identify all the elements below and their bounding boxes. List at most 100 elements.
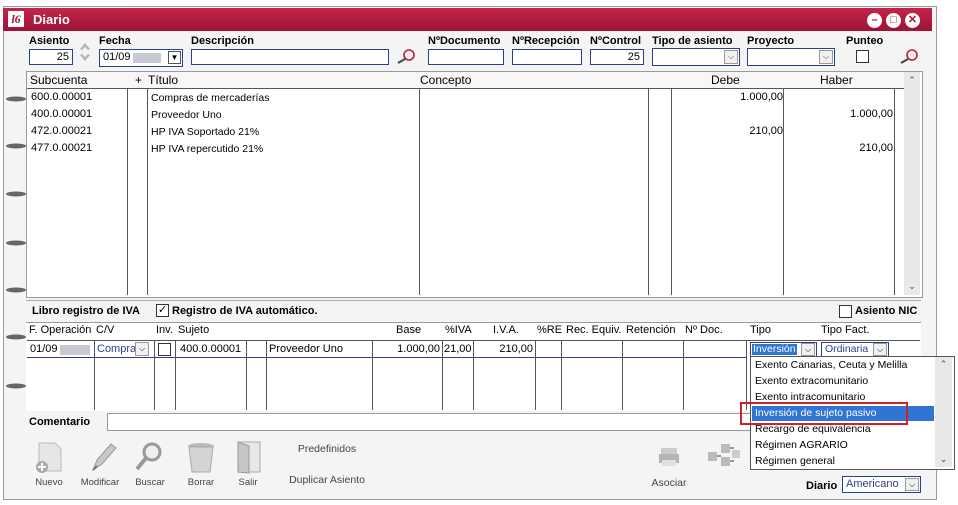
- chevron-down-icon[interactable]: ⌵: [135, 342, 149, 356]
- network-icon[interactable]: [706, 440, 742, 471]
- iva-cv[interactable]: Compra: [97, 343, 136, 355]
- proyecto-select[interactable]: ⌵: [747, 48, 835, 66]
- iva-iva: 210,00: [499, 343, 533, 355]
- col-titulo: Título: [148, 73, 179, 87]
- asiento-input[interactable]: 25: [29, 49, 73, 65]
- row-subcuenta: 600.0.00001: [31, 91, 93, 103]
- proyecto-label: Proyecto: [747, 35, 795, 47]
- ndocumento-input[interactable]: [428, 49, 504, 65]
- minimize-icon[interactable]: –: [867, 13, 882, 28]
- asiento-nic-checkbox[interactable]: [839, 305, 852, 318]
- iva-piva: 21,00: [444, 343, 472, 355]
- row-titulo: HP IVA Soportado 21%: [151, 126, 260, 138]
- search-icon[interactable]: [898, 47, 920, 65]
- table-row[interactable]: 600.0.00001 Compras de mercaderías 1.000…: [27, 91, 904, 107]
- chevron-down-icon[interactable]: ▼: [168, 51, 181, 64]
- modificar-button[interactable]: [85, 440, 119, 477]
- tipofact-select[interactable]: Ordinaria ⌵: [821, 342, 889, 357]
- col-pre: %RE: [537, 324, 563, 336]
- buscar-button[interactable]: [133, 440, 167, 477]
- inv-checkbox[interactable]: [158, 343, 171, 356]
- binder-ring-icon: [5, 284, 27, 293]
- chevron-down-icon[interactable]: ⌵: [801, 343, 815, 356]
- predefinidos-button[interactable]: Predefinidos: [286, 443, 368, 455]
- col-debe: Debe: [711, 73, 740, 87]
- table-row[interactable]: 400.0.00001 Proveedor Uno 1.000,00: [27, 108, 904, 124]
- title-bar: [3, 8, 932, 31]
- tipo-asiento-select[interactable]: ⌵: [652, 48, 740, 66]
- col-sujeto: Sujeto: [178, 324, 210, 336]
- duplicar-asiento-button[interactable]: Duplicar Asiento: [280, 474, 374, 486]
- nrecepcion-label: NºRecepción: [512, 35, 580, 47]
- col-tipofact: Tipo Fact.: [821, 324, 870, 336]
- row-titulo: HP IVA repercutido 21%: [151, 143, 264, 155]
- tipo-select[interactable]: Inversión ⌵: [750, 342, 817, 357]
- tipo-value: Inversión: [752, 343, 797, 355]
- highlight-box: [740, 402, 908, 425]
- scroll-down-icon[interactable]: ⌄: [935, 454, 952, 465]
- app-logo-icon: l6: [8, 11, 24, 27]
- nuevo-label: Nuevo: [35, 477, 63, 488]
- search-icon[interactable]: [395, 47, 417, 65]
- table-row[interactable]: 477.0.00021 HP IVA repercutido 21% 210,0…: [27, 142, 904, 158]
- scroll-up-icon[interactable]: ⌃: [904, 75, 920, 86]
- scroll-down-icon[interactable]: ⌄: [904, 281, 920, 292]
- fecha-value: 01/09: [103, 51, 131, 63]
- nrecepcion-input[interactable]: [512, 49, 582, 65]
- grid-divider: [27, 357, 747, 358]
- diario-select[interactable]: Americano ⌵: [842, 476, 921, 493]
- dropdown-option[interactable]: Régimen AGRARIO: [755, 439, 848, 451]
- table-row[interactable]: 472.0.00021 HP IVA Soportado 21% 210,00: [27, 125, 904, 141]
- scroll-up-icon[interactable]: ⌃: [935, 359, 952, 370]
- col-tipo: Tipo: [750, 324, 771, 336]
- col-ndoc: Nº Doc.: [685, 324, 723, 336]
- binder-ring-icon: [5, 237, 27, 246]
- borrar-button[interactable]: [184, 440, 218, 477]
- row-subcuenta: 472.0.00021: [31, 125, 93, 137]
- maximize-icon[interactable]: □: [886, 13, 901, 28]
- asiento-spinner[interactable]: [78, 38, 92, 66]
- printer-icon[interactable]: [658, 446, 680, 471]
- dropdown-option[interactable]: Régimen general: [755, 455, 835, 467]
- chevron-down-icon[interactable]: ⌵: [819, 50, 833, 64]
- dropdown-option[interactable]: Exento Canarias, Ceuta y Melilla: [755, 359, 907, 371]
- iva-base: 1.000,00: [397, 343, 440, 355]
- chevron-down-icon[interactable]: ⌵: [724, 50, 738, 64]
- fecha-input[interactable]: 01/09 ▼: [99, 49, 183, 67]
- chevron-down-icon[interactable]: ⌵: [905, 478, 919, 491]
- tipofact-value: Ordinaria: [825, 343, 869, 355]
- binder-ring-icon: [5, 188, 27, 197]
- row-haber: 1.000,00: [850, 108, 893, 120]
- ncontrol-input[interactable]: 25: [590, 49, 644, 65]
- borrar-label: Borrar: [187, 477, 215, 488]
- col-subcuenta: Subcuenta: [30, 73, 88, 87]
- iva-nombre: Proveedor Uno: [269, 343, 343, 355]
- salir-button[interactable]: [233, 440, 267, 477]
- row-haber: 210,00: [859, 142, 893, 154]
- chevron-down-icon[interactable]: ⌵: [873, 343, 887, 356]
- col-cv: C/V: [96, 324, 115, 336]
- col-iva: I.V.A.: [493, 324, 519, 336]
- nuevo-button[interactable]: [33, 440, 67, 477]
- comentario-label: Comentario: [29, 416, 91, 428]
- asociar-button[interactable]: Asociar: [645, 477, 693, 489]
- descripcion-input[interactable]: [191, 49, 389, 65]
- salir-label: Salir: [238, 477, 258, 488]
- col-foperacion: F. Operación: [29, 324, 92, 336]
- binder-ring-icon: [5, 331, 27, 340]
- dropdown-scrollbar[interactable]: ⌃ ⌄: [935, 357, 952, 467]
- dropdown-option[interactable]: Exento extracomunitario: [755, 375, 868, 387]
- row-titulo: Compras de mercaderías: [151, 92, 270, 104]
- row-debe: 1.000,00: [740, 91, 783, 103]
- punteo-checkbox[interactable]: [856, 50, 869, 63]
- close-icon[interactable]: ✕: [905, 13, 920, 28]
- iva-foperacion: 01/09: [30, 343, 58, 355]
- window-title: Diario: [33, 12, 70, 27]
- col-retencion: Retención: [626, 324, 676, 336]
- grid-scrollbar[interactable]: ⌃ ⌄: [904, 72, 920, 295]
- col-piva: %IVA: [445, 324, 472, 336]
- asiento-label: Asiento: [29, 35, 70, 47]
- grid-divider: [27, 88, 904, 89]
- registro-auto-checkbox[interactable]: ✓: [156, 304, 169, 317]
- row-subcuenta: 400.0.00001: [31, 108, 93, 120]
